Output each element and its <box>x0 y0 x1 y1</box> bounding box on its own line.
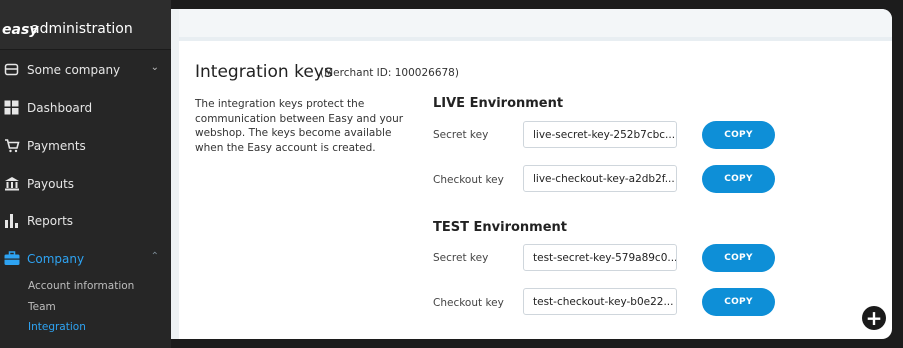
chevron-up-icon: ⌃ <box>150 251 159 262</box>
briefcase-icon <box>3 250 20 267</box>
copy-test-checkout-key-button[interactable]: COPY <box>702 288 775 316</box>
sidebar-item-label: Payments <box>27 138 86 153</box>
test-secret-key-label: Secret key <box>433 252 489 264</box>
sidebar-item-dashboard[interactable]: Dashboard <box>0 89 171 126</box>
live-checkout-key-label: Checkout key <box>433 174 504 186</box>
top-band <box>171 9 892 37</box>
live-checkout-key-field[interactable]: live-checkout-key-a2db2f... <box>523 165 677 192</box>
bank-icon <box>3 175 20 192</box>
main-content: Integration keys (Merchant ID: 100026678… <box>171 9 892 339</box>
test-environment-heading: TEST Environment <box>433 220 567 235</box>
sidebar-item-payments[interactable]: Payments <box>0 127 171 164</box>
live-environment-heading: LIVE Environment <box>433 96 564 111</box>
chevron-down-icon: ⌄ <box>150 62 159 73</box>
bar-chart-icon <box>3 212 20 229</box>
sidebar-subitem-integration[interactable]: Integration <box>28 321 86 333</box>
merchant-id: (Merchant ID: 100026678) <box>320 67 459 79</box>
app-title: administration <box>31 21 133 37</box>
sidebar-item-reports[interactable]: Reports <box>0 202 171 239</box>
company-switcher-label: Some company <box>27 62 121 77</box>
dashboard-icon <box>3 99 20 116</box>
sidebar-item-label: Payouts <box>27 176 75 191</box>
live-secret-key-label: Secret key <box>433 129 489 141</box>
copy-live-secret-key-button[interactable]: COPY <box>702 121 775 149</box>
sidebar-item-label: Dashboard <box>27 100 93 115</box>
sidebar-subitem-account-information[interactable]: Account information <box>28 280 134 292</box>
test-secret-key-field[interactable]: test-secret-key-579a89c0... <box>523 244 677 271</box>
sidebar-item-payouts[interactable]: Payouts <box>0 165 171 202</box>
copy-test-secret-key-button[interactable]: COPY <box>702 244 775 272</box>
company-switcher[interactable]: Some company ⌄ <box>0 51 171 88</box>
sidebar-subitem-team[interactable]: Team <box>28 301 56 313</box>
test-checkout-key-label: Checkout key <box>433 297 504 309</box>
integration-description: The integration keys protect the communi… <box>195 98 404 154</box>
brand-header: easy administration <box>0 0 171 50</box>
copy-live-checkout-key-button[interactable]: COPY <box>702 165 775 193</box>
top-band-divider <box>179 37 892 41</box>
sidebar-item-label: Company <box>27 251 85 266</box>
test-checkout-key-field[interactable]: test-checkout-key-b0e22... <box>523 288 677 315</box>
add-button[interactable]: + <box>862 306 886 330</box>
content-left-gutter <box>171 9 179 339</box>
sidebar-item-label: Reports <box>27 213 74 228</box>
company-switch-icon <box>3 61 20 78</box>
page-title: Integration keys <box>195 62 333 82</box>
live-secret-key-field[interactable]: live-secret-key-252b7cbc... <box>523 121 677 148</box>
cart-icon <box>3 137 20 154</box>
sidebar: easy administration Some company ⌄ Dashb… <box>0 0 171 348</box>
sidebar-item-company[interactable]: Company ⌃ <box>0 240 171 277</box>
